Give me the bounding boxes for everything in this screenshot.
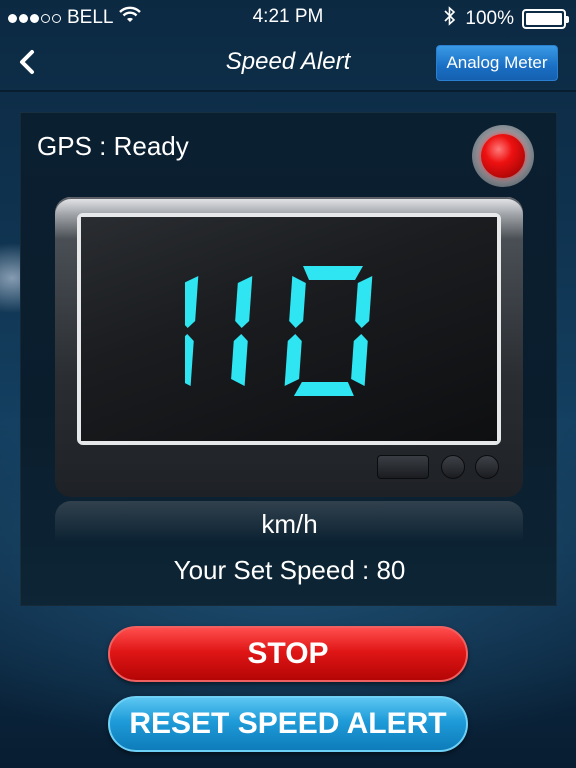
set-speed-label: Your Set Speed : 80	[173, 555, 406, 585]
alert-led-icon	[472, 125, 534, 187]
segment-b	[181, 276, 199, 328]
reset-speed-alert-button[interactable]: RESET SPEED ALERT	[108, 696, 468, 752]
status-bar: BELL 4:21 PM 100%	[0, 0, 576, 34]
segment-b	[355, 276, 373, 328]
gps-status: GPS : Ready	[37, 131, 189, 161]
speed-digit-1	[177, 276, 199, 386]
speed-unit: km/h	[261, 509, 318, 539]
speed-display-frame	[77, 213, 501, 445]
battery-icon	[522, 9, 569, 29]
speed-panel: GPS : Ready km/h Your Set Speed : 80	[20, 112, 557, 606]
speedometer-device	[55, 197, 523, 497]
seven-segment-readout	[177, 266, 373, 396]
segment-b	[235, 276, 253, 328]
status-right: 100%	[443, 6, 569, 32]
segment-d	[293, 382, 354, 396]
navigation-bar: Speed Alert Analog Meter	[0, 34, 576, 90]
bluetooth-icon	[443, 6, 457, 32]
segment-e	[284, 334, 302, 386]
nav-divider	[0, 90, 576, 92]
speed-digits	[177, 261, 401, 401]
device-slot	[377, 455, 429, 479]
segment-c	[177, 334, 194, 386]
stop-button[interactable]: STOP	[108, 626, 468, 682]
segment-c	[351, 334, 368, 386]
segment-f	[289, 276, 306, 328]
battery-percentage: 100%	[465, 8, 514, 29]
device-knob-1	[441, 455, 465, 479]
speed-display-screen	[81, 217, 497, 441]
segment-c	[231, 334, 248, 386]
alert-led-light	[481, 134, 525, 178]
segment-a	[303, 266, 363, 280]
speed-digit-1	[231, 276, 253, 386]
device-knob-2	[475, 455, 499, 479]
battery-fill	[526, 13, 562, 25]
analog-meter-button[interactable]: Analog Meter	[436, 45, 558, 81]
speed-digit-0	[284, 266, 373, 396]
